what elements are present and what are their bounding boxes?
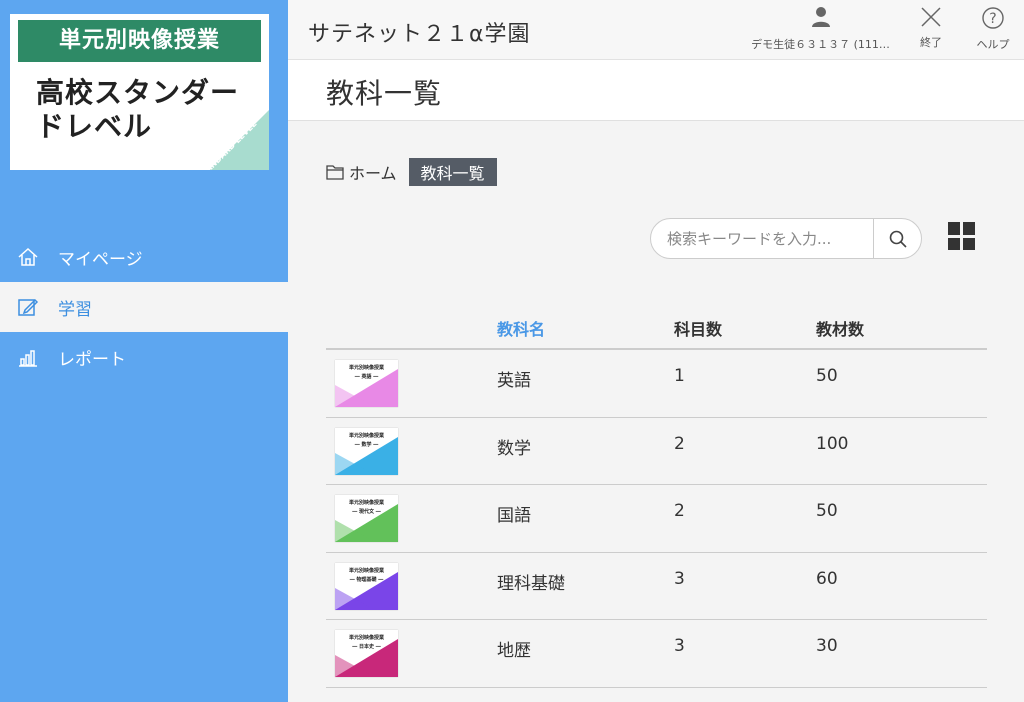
row-thumb-cell: 単元別映像授業 ― 日本史 ― xyxy=(326,620,497,677)
page-header: 教科一覧 xyxy=(288,60,1024,121)
row-thumb-cell: 単元別映像授業 ― 現代文 ― xyxy=(326,485,497,542)
grid-cell xyxy=(948,222,960,235)
sidebar-item-label: レポート xyxy=(58,349,126,370)
page-title: 教科一覧 xyxy=(326,77,443,110)
exit-button[interactable]: 終了 xyxy=(908,6,954,50)
thumb-subtitle: ― 数学 ― xyxy=(354,441,379,448)
subject-thumbnail: 単元別映像授業 ― 数学 ― xyxy=(335,427,398,475)
sidebar-item-mypage[interactable]: マイページ xyxy=(0,232,288,282)
grid-cell xyxy=(948,237,960,250)
subject-thumbnail: 単元別映像授業 ― 物理基礎 ― xyxy=(335,562,398,610)
thumb-title: 単元別映像授業 xyxy=(348,432,384,439)
svg-text:?: ? xyxy=(989,11,996,27)
logo-banner: 単元別映像授業 xyxy=(18,20,261,62)
course-logo: 単元別映像授業 高校スタンダードレベル STANDARD LEVEL xyxy=(10,14,269,170)
thumb-title: 単元別映像授業 xyxy=(348,500,384,506)
thumb-accent xyxy=(335,452,375,475)
sidebar-item-report[interactable]: レポート xyxy=(0,332,288,382)
thumb-subtitle: ― 物理基礎 ― xyxy=(349,576,384,583)
subject-count: 3 xyxy=(674,568,685,589)
folder-icon xyxy=(326,165,344,180)
sidebar-item-label: マイページ xyxy=(58,249,143,270)
subject-count: 2 xyxy=(674,501,685,521)
subject-name: 理科基礎 xyxy=(497,573,565,594)
sidebar-nav: マイページ 学習 レポート xyxy=(0,232,288,382)
user-icon xyxy=(738,6,903,32)
table-row[interactable]: 単元別映像授業 ― 日本史 ― 地歴 3 30 xyxy=(326,620,987,688)
subject-name: 数学 xyxy=(497,438,531,459)
subject-name: 国語 xyxy=(497,506,531,526)
exit-label: 終了 xyxy=(920,36,942,49)
search-icon xyxy=(889,230,907,248)
grid-cell xyxy=(963,237,975,250)
subject-thumbnail: 単元別映像授業 ― 日本史 ― xyxy=(335,630,398,677)
close-icon xyxy=(908,6,954,32)
material-count: 100 xyxy=(816,433,849,454)
thumb-title: 単元別映像授業 xyxy=(348,365,384,371)
header-subject-count: 科目数 xyxy=(674,320,723,339)
table-header: 教科名 科目数 教材数 xyxy=(326,308,987,350)
sidebar: 単元別映像授業 高校スタンダードレベル STANDARD LEVEL マイページ… xyxy=(0,0,288,702)
thumb-subtitle: ― 日本史 ― xyxy=(352,644,381,650)
row-thumb-cell: 単元別映像授業 ― 英語 ― xyxy=(326,350,497,407)
material-count: 50 xyxy=(816,501,838,521)
thumb-accent xyxy=(335,520,375,542)
thumb-accent xyxy=(335,655,375,677)
subject-count: 1 xyxy=(674,366,685,386)
subject-table: 教科名 科目数 教材数 単元別映像授業 ― 英語 ― 英語 1 50 単元別映像… xyxy=(326,308,987,688)
table-row[interactable]: 単元別映像授業 ― 物理基礎 ― 理科基礎 3 60 xyxy=(326,553,987,620)
header-material-count: 教材数 xyxy=(816,320,865,339)
breadcrumb-current: 教科一覧 xyxy=(408,158,497,186)
header-subject-name[interactable]: 教科名 xyxy=(497,316,674,340)
help-icon: ? xyxy=(968,6,1018,34)
table-row[interactable]: 単元別映像授業 ― 英語 ― 英語 1 50 xyxy=(326,350,987,418)
breadcrumb-home-label: ホーム xyxy=(349,164,397,183)
search-input[interactable] xyxy=(651,219,873,258)
subject-count: 3 xyxy=(674,636,685,656)
breadcrumb-home[interactable]: ホーム xyxy=(326,160,397,184)
row-thumb-cell: 単元別映像授業 ― 物理基礎 ― xyxy=(326,553,497,610)
top-bar: サテネット２１α学園 デモ生徒６３１３７ (111… 終了 ? ヘルプ xyxy=(288,0,1024,60)
material-count: 30 xyxy=(816,636,838,656)
school-name: サテネット２１α学園 xyxy=(308,22,531,47)
sidebar-item-label: 学習 xyxy=(58,299,92,320)
subject-name: 地歴 xyxy=(497,641,531,661)
subject-count: 2 xyxy=(674,433,685,454)
sidebar-item-study[interactable]: 学習 xyxy=(0,282,288,332)
grid-view-toggle[interactable] xyxy=(948,222,976,250)
pencil-icon xyxy=(16,295,40,319)
thumb-subtitle: ― 現代文 ― xyxy=(352,509,381,515)
thumb-accent xyxy=(335,385,375,407)
breadcrumb: ホーム 教科一覧 xyxy=(326,158,497,186)
row-thumb-cell: 単元別映像授業 ― 数学 ― xyxy=(326,418,497,475)
help-button[interactable]: ? ヘルプ xyxy=(968,6,1018,52)
user-menu[interactable]: デモ生徒６３１３７ (111… xyxy=(738,6,903,54)
thumb-subtitle: ― 英語 ― xyxy=(354,374,379,380)
subject-name: 英語 xyxy=(497,371,531,391)
table-row[interactable]: 単元別映像授業 ― 数学 ― 数学 2 100 xyxy=(326,418,987,485)
thumb-title: 単元別映像授業 xyxy=(348,567,384,574)
material-count: 60 xyxy=(816,568,838,589)
search-box xyxy=(650,218,922,259)
material-count: 50 xyxy=(816,366,838,386)
subject-thumbnail: 単元別映像授業 ― 英語 ― xyxy=(335,360,398,407)
search-button[interactable] xyxy=(873,219,921,258)
user-name: デモ生徒６３１３７ (111… xyxy=(751,38,890,51)
table-row[interactable]: 単元別映像授業 ― 現代文 ― 国語 2 50 xyxy=(326,485,987,553)
thumb-title: 単元別映像授業 xyxy=(348,635,384,641)
help-label: ヘルプ xyxy=(976,38,1010,51)
subject-thumbnail: 単元別映像授業 ― 現代文 ― xyxy=(335,495,398,542)
thumb-accent xyxy=(335,587,375,610)
grid-cell xyxy=(963,222,975,235)
home-icon xyxy=(16,245,40,269)
bar-chart-icon xyxy=(16,345,40,369)
